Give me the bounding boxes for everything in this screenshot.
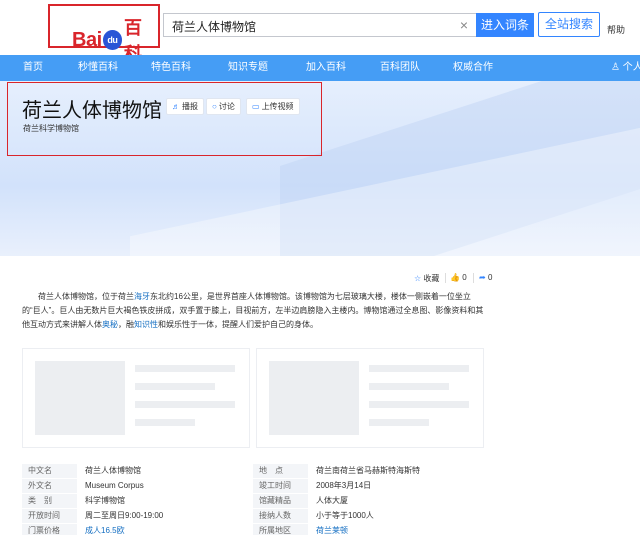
logo-bai-text: Bai — [72, 28, 102, 51]
info-value: 周二至周日9:00-19:00 — [85, 511, 164, 520]
title-highlight-box: 荷兰人体博物馆 荷兰科学博物馆 ♬ 播报 ○ 讨论 ▭ 上传视频 — [7, 82, 322, 156]
chat-icon: ○ — [212, 102, 217, 111]
nav-item-home[interactable]: 首页 — [23, 55, 43, 81]
table-row: 外文名 Museum Corpus 竣工时间 2008年3月14日 — [22, 479, 484, 493]
nav-item-featured[interactable]: 特色百科 — [151, 55, 191, 81]
info-value: Museum Corpus — [85, 481, 144, 490]
info-value: 成人16.5欧 — [79, 524, 249, 535]
info-value: 科学博物馆 — [85, 496, 125, 505]
text-placeholder — [369, 419, 429, 426]
region-link[interactable]: 荷兰莱顿 — [316, 526, 348, 535]
text-placeholder — [369, 365, 469, 372]
info-value: 荷兰南荷兰省马赫斯特海斯特 — [316, 466, 420, 475]
collect-label: 收藏 — [423, 274, 440, 283]
like-count: 0 — [462, 273, 467, 282]
video-icon: ▭ — [252, 102, 260, 111]
info-key: 中文名 — [22, 464, 77, 478]
divider — [473, 273, 474, 283]
info-key: 外文名 — [22, 479, 77, 493]
info-key: 竣工时间 — [253, 479, 308, 493]
collect-button[interactable]: ☆ 收藏 — [414, 273, 439, 284]
nav-item-topics[interactable]: 知识专题 — [228, 55, 268, 81]
play-label: 播报 — [182, 102, 198, 111]
page-subtitle: 荷兰科学博物馆 — [23, 124, 79, 133]
hero-banner: 荷兰人体博物馆 荷兰科学博物馆 ♬ 播报 ○ 讨论 ▭ 上传视频 — [0, 81, 640, 256]
search-input[interactable]: 荷兰人体博物馆 × — [163, 13, 476, 37]
summary-paragraph: 荷兰人体博物馆，位于荷兰海牙东北约16公里，是世界首座人体博物馆。该博物馆为七层… — [22, 290, 484, 332]
summary-text: ，融 — [118, 320, 134, 329]
page-title: 荷兰人体博物馆 — [22, 100, 162, 122]
speaker-icon: ♬ — [172, 102, 180, 111]
ticket-link[interactable]: 成人16.5欧 — [85, 526, 125, 535]
play-audio-button[interactable]: ♬ 播报 — [166, 98, 204, 115]
info-value: 荷兰人体博物馆 — [85, 466, 141, 475]
summary-text: 和娱乐性于一体，提醒人们爱护自己的身体。 — [158, 320, 318, 329]
like-button[interactable]: 👍 0 — [450, 273, 467, 282]
nav-item-partners[interactable]: 权威合作 — [453, 55, 493, 81]
loading-card — [22, 348, 250, 448]
share-button[interactable]: ➦ 0 — [479, 273, 492, 282]
logo-highlight-box: Bai du 百科 — [48, 4, 160, 64]
nav-item-team[interactable]: 百科团队 — [380, 55, 420, 81]
info-value: 小于等于1000人 — [316, 511, 374, 520]
user-icon: ♙ — [611, 62, 620, 73]
thumb-up-icon: 👍 — [450, 273, 460, 282]
text-placeholder — [135, 419, 195, 426]
logo-paw-icon: du — [102, 30, 123, 50]
table-row: 门票价格 成人16.5欧 所属地区 荷兰莱顿 — [22, 524, 484, 535]
all-site-search-button[interactable]: 全站搜索 — [538, 12, 600, 37]
info-value: 人体大厦 — [316, 496, 348, 505]
info-key: 类 别 — [22, 494, 77, 508]
star-icon: ☆ — [414, 274, 422, 283]
upload-video-button[interactable]: ▭ 上传视频 — [246, 98, 300, 115]
help-link[interactable]: 帮助 — [607, 23, 625, 36]
enter-entry-button[interactable]: 进入词条 — [476, 13, 534, 37]
clear-icon[interactable]: × — [460, 17, 468, 33]
divider — [445, 273, 446, 283]
info-key: 所属地区 — [253, 524, 308, 535]
discuss-label: 讨论 — [218, 102, 235, 111]
loading-card — [256, 348, 484, 448]
upload-label: 上传视频 — [261, 102, 294, 111]
search-value: 荷兰人体博物馆 — [172, 20, 257, 34]
text-placeholder — [135, 401, 235, 408]
share-count: 0 — [487, 273, 493, 282]
image-placeholder — [269, 361, 359, 435]
nav-item-user[interactable]: ♙ 个人 — [611, 55, 640, 81]
info-key: 接纳人数 — [253, 509, 308, 523]
discuss-button[interactable]: ○ 讨论 — [206, 98, 241, 115]
table-row: 类 别 科学博物馆 馆藏精品 人体大厦 — [22, 494, 484, 508]
share-icon: ➦ — [479, 273, 486, 282]
info-key: 馆藏精品 — [253, 494, 308, 508]
text-placeholder — [135, 365, 235, 372]
link-knowledge[interactable]: 知识性 — [134, 320, 158, 329]
info-key: 地 点 — [253, 464, 308, 478]
summary-text: 荷兰人体博物馆，位于荷兰 — [38, 292, 134, 301]
nav-item-miaodong[interactable]: 秒懂百科 — [78, 55, 118, 81]
info-value: 荷兰莱顿 — [310, 524, 484, 535]
link-hague[interactable]: 海牙 — [134, 292, 150, 301]
top-header: Bai du 百科 荷兰人体博物馆 × 进入词条 全站搜索 帮助 — [0, 0, 640, 64]
nav-item-join[interactable]: 加入百科 — [306, 55, 346, 81]
text-placeholder — [369, 383, 449, 390]
image-placeholder — [35, 361, 125, 435]
user-label: 个人 — [622, 62, 640, 73]
text-placeholder — [135, 383, 215, 390]
info-key: 门票价格 — [22, 524, 77, 535]
info-value: 2008年3月14日 — [316, 481, 372, 490]
link-mystery[interactable]: 奥秘 — [102, 320, 118, 329]
main-nav: 首页 秒懂百科 特色百科 知识专题 加入百科 百科团队 权威合作 ♙ 个人 — [0, 55, 640, 81]
main-content: ☆ 收藏 👍 0 ➦ 0 荷兰人体博物馆，位于荷兰海牙东北约16公里，是世界首座… — [0, 256, 640, 535]
table-row: 开放时间 周二至周日9:00-19:00 接纳人数 小于等于1000人 — [22, 509, 484, 523]
text-placeholder — [369, 401, 469, 408]
table-row: 中文名 荷兰人体博物馆 地 点 荷兰南荷兰省马赫斯特海斯特 — [22, 464, 484, 478]
info-key: 开放时间 — [22, 509, 77, 523]
